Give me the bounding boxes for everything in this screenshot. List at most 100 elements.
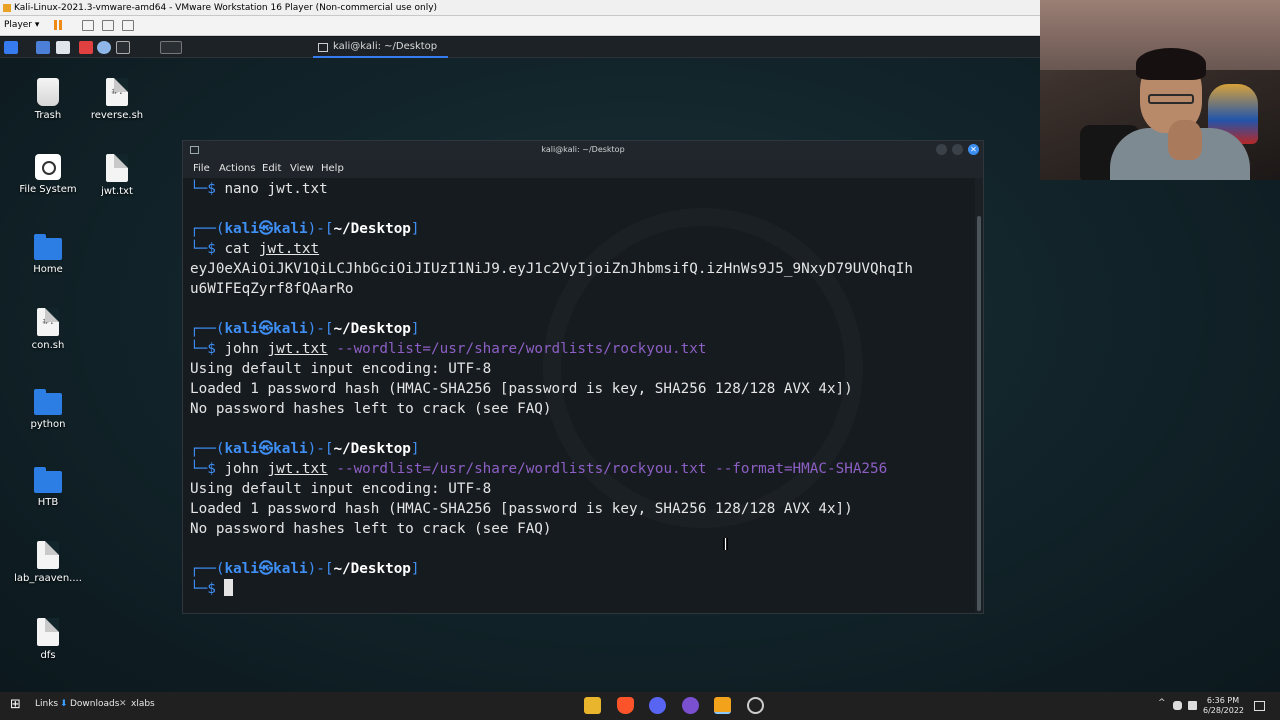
desktop-icon-lab-raaven[interactable]: lab_raaven.... [8, 541, 88, 584]
fullscreen-icon[interactable] [122, 20, 134, 31]
terminal-titlebar[interactable]: kali@kali: ~/Desktop ✕ [183, 141, 983, 159]
terminal-input-line[interactable]: └─$ [190, 579, 234, 599]
terminal-prompt: ┌──(kali㉿kali)-[~/Desktop] [190, 321, 420, 337]
kali-top-panel: kali@kali: ~/Desktop [0, 37, 1040, 58]
script-file-icon: #! [106, 78, 128, 106]
windows-start-icon[interactable]: ⊞ [10, 697, 21, 712]
desktop-icon-jwt-txt[interactable]: jwt.txt [77, 154, 157, 197]
xlabs-icon: ✕ [119, 699, 127, 709]
terminal-line: Using default input encoding: UTF-8 [190, 481, 492, 497]
desktop-icon-trash[interactable]: Trash [8, 78, 88, 121]
pause-icon[interactable] [52, 19, 64, 32]
clock-time: 6:36 PM [1206, 696, 1240, 705]
scrollbar-thumb[interactable] [977, 216, 981, 611]
maximize-button[interactable] [952, 144, 963, 155]
download-arrow-icon: ⬇ [60, 699, 68, 709]
notifications-icon[interactable] [1254, 701, 1265, 711]
icon-label: File System [19, 184, 77, 195]
chevron-up-icon[interactable]: ^ [1158, 698, 1167, 708]
folder-icon [34, 467, 62, 493]
show-desktop-icon[interactable] [36, 41, 50, 54]
toolbar-downloads[interactable]: Downloads [70, 699, 119, 709]
discord-icon[interactable] [649, 697, 666, 714]
vmware-icon [3, 4, 11, 12]
taskbar-terminal-button[interactable]: kali@kali: ~/Desktop [313, 37, 448, 58]
kali-menu-icon[interactable] [4, 41, 18, 54]
terminal-window-icon [190, 146, 199, 154]
minimize-button[interactable] [936, 144, 947, 155]
terminal-prompt: ┌──(kali㉿kali)-[~/Desktop] [190, 441, 420, 457]
icon-label: con.sh [31, 340, 65, 351]
trash-icon [37, 78, 59, 106]
terminal-line: └─$ john jwt.txt --wordlist=/usr/share/w… [190, 341, 707, 357]
text-cursor [224, 579, 234, 596]
terminal-icon [318, 43, 328, 52]
terminal-line: No password hashes left to crack (see FA… [190, 401, 552, 417]
desktop-icon-python[interactable]: python [8, 389, 88, 430]
file-icon [37, 618, 59, 646]
menu-view[interactable]: View [290, 163, 314, 174]
file-explorer-icon[interactable] [584, 697, 601, 714]
file-manager-icon[interactable] [56, 41, 70, 54]
icon-label: jwt.txt [101, 186, 133, 197]
close-button[interactable]: ✕ [968, 144, 979, 155]
terminal-menubar: File Actions Edit View Help [183, 159, 983, 178]
player-menu-label: Player [4, 20, 33, 30]
terminal-icon[interactable] [116, 41, 130, 54]
desktop-icon-file-system[interactable]: File System [8, 154, 88, 195]
icon-label: dfs [40, 650, 56, 661]
toolbar-links[interactable]: Links [35, 699, 58, 709]
icon-label: HTB [37, 497, 59, 508]
player-menu[interactable]: Player ▾ [4, 20, 39, 30]
windows-taskbar: ⊞ Links ⬇ Downloads ✕ xlabs ^ 6:36 PM 6/… [0, 692, 1280, 720]
terminal-line: Using default input encoding: UTF-8 [190, 361, 492, 377]
text-editor-icon[interactable] [79, 41, 93, 54]
kali-dragon-watermark [543, 208, 863, 528]
clock-date: 6/28/2022 [1203, 706, 1245, 715]
mouse-ibeam-cursor-icon [723, 538, 728, 550]
desktop-icon-htb[interactable]: HTB [8, 467, 88, 508]
menu-file[interactable]: File [193, 163, 210, 174]
vmware-player-icon[interactable] [714, 697, 731, 714]
terminal-line: └─$ john jwt.txt --wordlist=/usr/share/w… [190, 461, 888, 477]
terminal-scrollbar[interactable] [975, 178, 983, 613]
desktop-icon-con-sh[interactable]: #! con.sh [8, 308, 88, 351]
terminal-output[interactable]: └─$ nano jwt.txt ┌──(kali㉿kali)-[~/Deskt… [183, 178, 975, 613]
file-icon [37, 541, 59, 569]
task-title: kali@kali: ~/Desktop [333, 41, 438, 52]
terminal-line: └─$ nano jwt.txt [190, 181, 328, 197]
webcam-overlay [1040, 0, 1280, 180]
terminal-title: kali@kali: ~/Desktop [541, 145, 625, 154]
icon-label: lab_raaven.... [14, 573, 82, 584]
drive-icon [35, 154, 61, 180]
icon-label: Home [33, 264, 63, 275]
terminal-line: Loaded 1 password hash (HMAC-SHA256 [pas… [190, 501, 853, 517]
desktop-icon-home[interactable]: Home [8, 234, 88, 275]
obs-studio-icon[interactable] [747, 697, 764, 714]
home-folder-icon [34, 234, 62, 260]
terminal-line: eyJ0eXAiOiJKV1QiLCJhbGciOiJIUzI1NiJ9.eyJ… [190, 261, 914, 277]
terminal-prompt: ┌──(kali㉿kali)-[~/Desktop] [190, 561, 420, 577]
workspace-icon[interactable] [160, 41, 182, 54]
terminal-line: Loaded 1 password hash (HMAC-SHA256 [pas… [190, 381, 853, 397]
send-ctrl-alt-del-icon[interactable] [82, 20, 94, 31]
system-clock[interactable]: 6:36 PM 6/28/2022 [1203, 696, 1245, 716]
browser-icon[interactable] [97, 41, 111, 54]
microphone-icon[interactable] [1173, 701, 1182, 710]
menu-actions[interactable]: Actions [219, 163, 256, 174]
menu-edit[interactable]: Edit [262, 163, 281, 174]
desktop-icon-reverse-sh[interactable]: #! reverse.sh [77, 78, 157, 121]
unity-icon[interactable] [102, 20, 114, 31]
brave-browser-icon[interactable] [617, 697, 634, 714]
desktop-icon-dfs[interactable]: dfs [8, 618, 88, 661]
github-desktop-icon[interactable] [682, 697, 699, 714]
icon-label: Trash [34, 110, 62, 121]
toolbar-xlabs[interactable]: xlabs [131, 699, 155, 709]
volume-icon[interactable] [1188, 701, 1197, 710]
menu-help[interactable]: Help [321, 163, 344, 174]
terminal-line: No password hashes left to crack (see FA… [190, 521, 552, 537]
terminal-prompt: ┌──(kali㉿kali)-[~/Desktop] [190, 221, 420, 237]
script-file-icon: #! [37, 308, 59, 336]
terminal-window[interactable]: kali@kali: ~/Desktop ✕ File Actions Edit… [182, 140, 984, 614]
folder-icon [34, 389, 62, 415]
